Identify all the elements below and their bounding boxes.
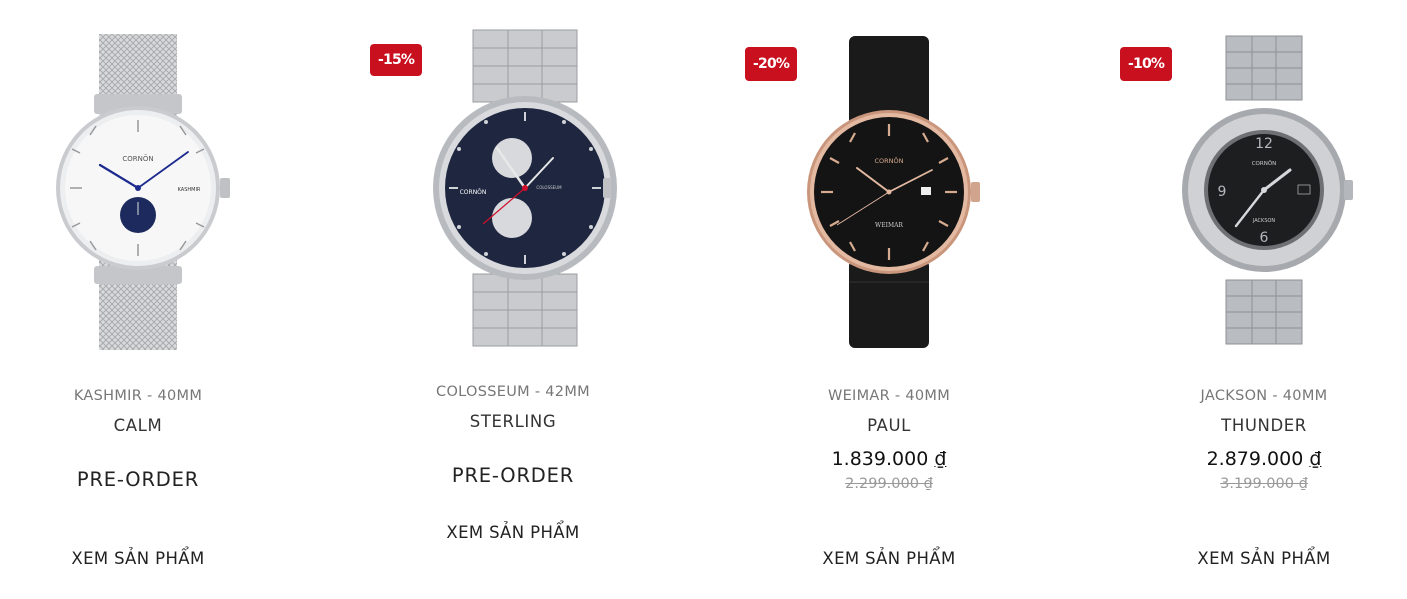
product-name[interactable]: THUNDER: [1102, 415, 1407, 437]
product-info: WEIMAR - 40MM PAUL 1.839.000 ₫ 2.299.000…: [727, 386, 1051, 571]
product-card[interactable]: CORNŌN KASHMIR KASHMIR - 40MM CALM PRE-O…: [0, 0, 352, 599]
product-collection: COLOSSEUM - 42MM: [436, 384, 590, 400]
svg-text:CORNŌN: CORNŌN: [1252, 160, 1277, 167]
product-name[interactable]: CALM: [0, 415, 276, 437]
preorder-label: PRE-ORDER: [451, 464, 575, 487]
product-info: JACKSON - 40MM THUNDER 2.879.000 ₫ 3.199…: [1102, 386, 1407, 571]
product-image[interactable]: CORNŌN COLOSSEUM: [425, 26, 625, 351]
svg-text:CORNŌN: CORNŌN: [874, 156, 903, 165]
product-card[interactable]: -15% CORNŌN COLOSSEUM COLOSSEUM - 42MM S…: [351, 0, 703, 599]
sale-price: 1.839.000 ₫: [727, 447, 1051, 471]
discount-badge: -10%: [1120, 47, 1173, 81]
currency-symbol: ₫: [1309, 448, 1322, 470]
view-product-button[interactable]: XEM SẢN PHẨM: [0, 547, 276, 571]
product-image[interactable]: CORNŌN WEIMAR: [797, 30, 997, 355]
original-price: 2.299.000 ₫: [845, 476, 933, 492]
original-price: 3.199.000 ₫: [1220, 476, 1308, 492]
watch-steel-link-navy-dial-icon: CORNŌN COLOSSEUM: [433, 29, 617, 347]
svg-text:KASHMIR: KASHMIR: [178, 187, 201, 193]
view-product-button[interactable]: XEM SẢN PHẨM: [727, 547, 1051, 571]
svg-text:WEIMAR: WEIMAR: [875, 222, 903, 229]
view-product-button[interactable]: XEM SẢN PHẨM: [1102, 547, 1407, 571]
product-card[interactable]: -20% CORNŌN WEIMAR WEIMAR - 40MM PAUL 1.…: [727, 0, 1079, 599]
preorder-label: PRE-ORDER: [76, 468, 200, 491]
product-collection: KASHMIR - 40MM: [73, 388, 203, 404]
svg-text:JACKSON: JACKSON: [1252, 218, 1276, 224]
watch-silver-mesh-white-dial-icon: CORNŌN KASHMIR: [56, 34, 230, 350]
product-name[interactable]: PAUL: [727, 415, 1051, 437]
product-info: COLOSSEUM - 42MM STERLING PRE-ORDER XEM …: [351, 382, 675, 545]
svg-text:9: 9: [1218, 184, 1227, 200]
svg-text:6: 6: [1260, 230, 1269, 246]
product-image[interactable]: 12 6 9 CORNŌN JACKSON: [1180, 30, 1380, 355]
product-info: KASHMIR - 40MM CALM PRE-ORDER XEM SẢN PH…: [0, 386, 276, 571]
discount-badge: -15%: [370, 44, 423, 76]
svg-text:12: 12: [1255, 136, 1273, 152]
svg-text:CORNŌN: CORNŌN: [460, 189, 487, 196]
watch-steel-bracelet-black-dial-icon: 12 6 9 CORNŌN JACKSON: [1182, 35, 1353, 345]
product-name[interactable]: STERLING: [351, 411, 675, 433]
watch-black-leather-rosegold-case-icon: CORNŌN WEIMAR: [807, 36, 980, 348]
product-collection: WEIMAR - 40MM: [827, 388, 951, 404]
product-collection: JACKSON - 40MM: [1200, 388, 1328, 404]
discount-badge: -20%: [745, 47, 798, 81]
product-image[interactable]: CORNŌN KASHMIR: [46, 28, 246, 353]
currency-symbol: ₫: [934, 448, 947, 470]
product-card[interactable]: -10% 12 6 9 CORNŌN JACKSON JACKSON - 40M…: [1102, 0, 1407, 599]
svg-text:CORNŌN: CORNŌN: [122, 154, 153, 163]
svg-text:COLOSSEUM: COLOSSEUM: [536, 185, 562, 190]
price-value: 2.879.000: [1206, 448, 1304, 470]
view-product-button[interactable]: XEM SẢN PHẨM: [351, 521, 675, 545]
sale-price: 2.879.000 ₫: [1102, 447, 1407, 471]
price-value: 1.839.000: [831, 448, 929, 470]
